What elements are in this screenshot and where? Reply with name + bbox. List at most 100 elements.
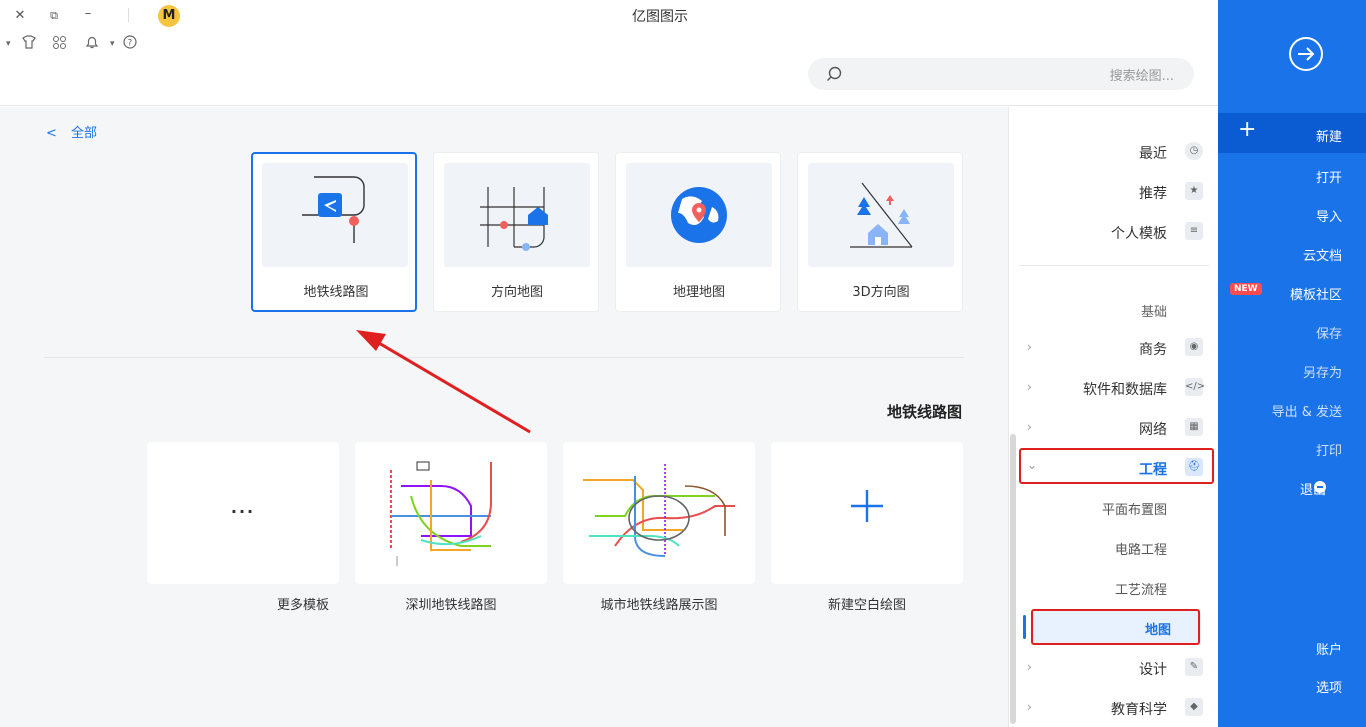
cat-recommended[interactable]: 推荐 ★: [1009, 177, 1219, 207]
clock-icon: ◷: [1185, 142, 1203, 160]
search-bar[interactable]: 搜索绘图...: [808, 58, 1194, 90]
category-sidebar: 最近 ◷ 推荐 ★ 个人模板 ≡ 基础 › 商务 ◉ › 软件和数据库 </> …: [1008, 107, 1218, 727]
cat-circuit[interactable]: 电路工程: [1009, 533, 1219, 563]
help-icon[interactable]: ▾?: [110, 35, 140, 49]
template-blank-label: 新建空白绘图: [827, 598, 906, 613]
cat-business-label: 商务: [1139, 342, 1167, 358]
subway-illustration: [262, 163, 408, 267]
cat-floor-plan-label: 平面布置图: [1101, 503, 1167, 518]
cat-recent-label: 最近: [1139, 146, 1167, 162]
type-card-geo-label: 地理地图: [672, 285, 725, 300]
direction-map-illustration: [444, 163, 590, 267]
template-shenzhen-label: 深圳地铁线路图: [405, 598, 497, 613]
type-card-direction[interactable]: 方向地图: [433, 152, 599, 312]
cat-design-label: 设计: [1139, 662, 1167, 678]
section-basic-label: 基础: [1140, 305, 1167, 320]
template-city-subway[interactable]: [563, 442, 755, 584]
cat-personal-label: 个人模板: [1111, 226, 1167, 242]
business-icon: ◉: [1185, 338, 1203, 356]
cat-network-label: 网络: [1139, 422, 1167, 438]
section-title: 地铁线路图: [886, 403, 962, 421]
globe-illustration: [626, 163, 772, 267]
divider: [128, 8, 129, 22]
member-avatar[interactable]: M: [158, 5, 180, 27]
template-shenzhen[interactable]: [355, 442, 547, 584]
back-arrow-icon[interactable]: [1288, 36, 1324, 72]
cat-education[interactable]: › 教育科学 ◆: [1009, 693, 1219, 723]
network-icon: ▦: [1185, 418, 1203, 436]
title-bar: ✕ ⧉ – M 亿图图示 ▾ ▾? 搜索绘图...: [0, 0, 1218, 106]
cat-circuit-label: 电路工程: [1114, 543, 1167, 558]
nav-save[interactable]: 保存: [1316, 323, 1342, 342]
minimize-icon[interactable]: –: [80, 6, 96, 22]
chevron-right-icon: ›: [1027, 660, 1032, 674]
divider: [1019, 265, 1209, 266]
type-card-direction-label: 方向地图: [490, 285, 543, 300]
shirt-icon[interactable]: ▾: [6, 35, 46, 49]
3d-direction-illustration: [808, 163, 954, 267]
exit-icon: [1314, 481, 1326, 493]
close-icon[interactable]: ✕: [12, 8, 28, 24]
type-card-subway-label: 地铁线路图: [303, 285, 369, 300]
chevron-right-icon: ›: [1027, 340, 1032, 354]
nav-open[interactable]: 打开: [1316, 167, 1342, 186]
section-basic: 基础: [1009, 295, 1219, 325]
nav-print[interactable]: 打印: [1316, 440, 1342, 459]
bell-icon[interactable]: [84, 35, 100, 49]
cat-recent[interactable]: 最近 ◷: [1009, 137, 1219, 167]
annotation-box-engineering: [1019, 448, 1214, 484]
design-icon: ✎: [1185, 658, 1203, 676]
annotation-arrow: [356, 330, 531, 434]
nav-new[interactable]: 新建 +: [1218, 113, 1366, 153]
svg-text:▾: ▾: [110, 39, 115, 49]
svg-text:▾: ▾: [6, 39, 11, 49]
breadcrumb-all: 全部: [71, 126, 98, 141]
svg-text:?: ?: [128, 39, 133, 49]
active-indicator: [1023, 615, 1026, 639]
restore-icon[interactable]: ⧉: [46, 8, 62, 24]
cat-business[interactable]: › 商务 ◉: [1009, 333, 1219, 363]
shenzhen-subway-thumbnail: [390, 461, 492, 566]
code-icon: </>: [1185, 378, 1205, 396]
nav-save-as[interactable]: 另存为: [1303, 362, 1342, 381]
type-card-subway[interactable]: 地铁线路图: [251, 152, 417, 312]
nav-cloud-docs[interactable]: 云文档: [1303, 245, 1342, 264]
cat-process[interactable]: 工艺流程: [1009, 573, 1219, 603]
template-icon: ≡: [1185, 222, 1203, 240]
cat-personal-templates[interactable]: 个人模板 ≡: [1009, 217, 1219, 247]
cat-education-label: 教育科学: [1111, 702, 1167, 718]
nav-options[interactable]: 选项: [1316, 677, 1342, 696]
apps-icon[interactable]: [52, 35, 68, 49]
search-input[interactable]: 搜索绘图...: [1110, 65, 1174, 84]
template-blank[interactable]: [771, 442, 963, 584]
template-more-label: 更多模板: [276, 598, 329, 613]
main-content: < 全部 地铁线路图 方向地图 地理地图 3D方向图 地铁线路图 新建空白绘图 …: [0, 107, 1008, 727]
file-menu-panel: 新建 + 打开 导入 云文档 模板社区 NEW 保存 另存为 导出 & 发送 打…: [1218, 0, 1366, 727]
cat-design[interactable]: › 设计 ✎: [1009, 653, 1219, 683]
city-subway-thumbnail: [583, 464, 735, 557]
cat-software-label: 软件和数据库: [1083, 382, 1167, 398]
cat-recommended-label: 推荐: [1139, 186, 1167, 202]
nav-export-send[interactable]: 导出 & 发送: [1272, 401, 1342, 420]
search-icon[interactable]: [826, 66, 842, 82]
graduation-icon: ◆: [1185, 698, 1203, 716]
type-card-3d-label: 3D方向图: [852, 285, 910, 300]
type-card-3d[interactable]: 3D方向图: [797, 152, 963, 312]
nav-import[interactable]: 导入: [1316, 206, 1342, 225]
plus-icon: +: [1238, 117, 1257, 142]
nav-account[interactable]: 账户: [1316, 639, 1342, 658]
type-card-geo[interactable]: 地理地图: [615, 152, 781, 312]
chevron-right-icon: ›: [1027, 380, 1032, 394]
cat-software-db[interactable]: › 软件和数据库 </>: [1009, 373, 1219, 403]
template-city-subway-label: 城市地铁线路展示图: [600, 598, 718, 613]
cat-network[interactable]: › 网络 ▦: [1009, 413, 1219, 443]
nav-new-label: 新建: [1315, 130, 1342, 145]
breadcrumb[interactable]: < 全部: [46, 122, 97, 141]
cat-floor-plan[interactable]: 平面布置图: [1009, 493, 1219, 523]
scrollbar[interactable]: [1010, 434, 1016, 724]
chevron-right-icon: ›: [1027, 420, 1032, 434]
chevron-left-icon: <: [46, 126, 57, 141]
nav-template-community[interactable]: 模板社区: [1290, 284, 1342, 303]
app-title: 亿图图示: [632, 9, 688, 25]
template-more[interactable]: ...: [147, 442, 339, 584]
